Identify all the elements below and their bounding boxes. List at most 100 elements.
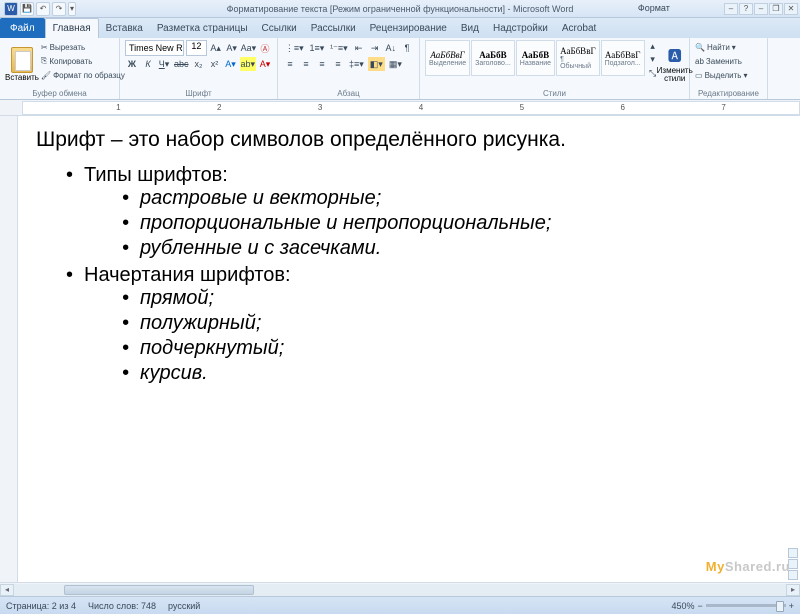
superscript-button[interactable]: x²: [208, 57, 222, 71]
style-title[interactable]: АаБбВНазвание: [516, 40, 555, 76]
style-emphasis[interactable]: АаБбВвГВыделение: [425, 40, 470, 76]
document-page[interactable]: Шрифт – это набор символов определённого…: [18, 116, 800, 582]
align-left-button[interactable]: ≡: [283, 57, 297, 71]
change-styles-button[interactable]: 🅰 Изменить стили: [657, 40, 693, 88]
multilevel-button[interactable]: ¹⁻≡▾: [328, 41, 349, 55]
list-item: курсив.: [122, 362, 782, 385]
change-case-button[interactable]: Aa▾: [241, 41, 256, 55]
list-item: полужирный;: [122, 312, 782, 335]
brush-icon: 🖌: [41, 71, 51, 80]
tab-addins[interactable]: Надстройки: [486, 18, 555, 38]
find-button[interactable]: 🔍Найти▾: [695, 40, 762, 54]
group-paragraph-label: Абзац: [278, 89, 419, 98]
show-marks-button[interactable]: ¶: [400, 41, 414, 55]
paste-label: Вставить: [5, 73, 39, 82]
tab-page-layout[interactable]: Разметка страницы: [150, 18, 255, 38]
zoom-out-button[interactable]: −: [697, 601, 702, 611]
window-title: Форматирование текста [Режим ограниченно…: [227, 4, 574, 14]
doc-heading: Шрифт – это набор символов определённого…: [36, 128, 782, 152]
justify-button[interactable]: ≡: [331, 57, 345, 71]
font-color-button[interactable]: A▾: [258, 57, 272, 71]
tab-home[interactable]: Главная: [45, 18, 99, 38]
list-item: подчеркнутый;: [122, 337, 782, 360]
list-item: Типы шрифтов: растровые и векторные; про…: [66, 164, 782, 260]
group-styles: АаБбВвГВыделение АаБбВЗаголово... АаБбВН…: [420, 38, 690, 99]
scroll-thumb[interactable]: [64, 585, 254, 595]
view-print-layout[interactable]: [788, 548, 798, 558]
quick-access-toolbar: W 💾 ↶ ↷ ▾: [0, 2, 76, 16]
zoom-in-button[interactable]: +: [789, 601, 794, 611]
group-font: Times New Ro 12 A▴ A▾ Aa▾ Ⓐ Ж К Ч▾ abc x…: [120, 38, 278, 99]
paste-button[interactable]: Вставить: [5, 40, 39, 88]
line-spacing-button[interactable]: ‡≡▾: [347, 57, 366, 71]
font-name-combo[interactable]: Times New Ro: [125, 40, 184, 56]
group-clipboard-label: Буфер обмена: [0, 89, 119, 98]
list-item: прямой;: [122, 287, 782, 310]
tab-acrobat[interactable]: Acrobat: [555, 18, 603, 38]
find-icon: 🔍: [695, 43, 705, 52]
style-heading[interactable]: АаБбВЗаголово...: [471, 40, 515, 76]
copy-button[interactable]: ⎘Копировать: [41, 54, 125, 68]
undo-button[interactable]: ↶: [36, 2, 50, 16]
tab-mailings[interactable]: Рассылки: [304, 18, 363, 38]
strikethrough-button[interactable]: abc: [173, 57, 190, 71]
group-paragraph: ⋮≡▾ 1≡▾ ¹⁻≡▾ ⇤ ⇥ A↓ ¶ ≡ ≡ ≡ ≡ ‡≡▾ ◧▾ ▦▾ …: [278, 38, 420, 99]
grow-font-button[interactable]: A▴: [209, 41, 223, 55]
vertical-ruler[interactable]: [0, 116, 18, 582]
replace-button[interactable]: abЗаменить: [695, 54, 762, 68]
save-button[interactable]: 💾: [20, 2, 34, 16]
select-button[interactable]: ▭Выделить▾: [695, 68, 762, 82]
restore-button[interactable]: ❐: [769, 3, 783, 15]
sort-button[interactable]: A↓: [384, 41, 398, 55]
horizontal-scrollbar[interactable]: ◂ ▸: [0, 582, 800, 596]
style-subtitle[interactable]: АаБбВвГПодзагол...: [601, 40, 645, 76]
bullets-button[interactable]: ⋮≡▾: [283, 41, 306, 55]
minimize-button[interactable]: ‒: [754, 3, 768, 15]
word-icon: W: [4, 2, 18, 16]
close-button[interactable]: ✕: [784, 3, 798, 15]
document-area: Шрифт – это набор символов определённого…: [0, 116, 800, 582]
borders-button[interactable]: ▦▾: [387, 57, 404, 71]
tab-view[interactable]: Вид: [454, 18, 486, 38]
redo-button[interactable]: ↷: [52, 2, 66, 16]
cut-button[interactable]: ✂Вырезать: [41, 40, 125, 54]
numbering-button[interactable]: 1≡▾: [308, 41, 327, 55]
text-effects-button[interactable]: A▾: [224, 57, 238, 71]
list-item: Начертания шрифтов: прямой; полужирный; …: [66, 264, 782, 385]
align-right-button[interactable]: ≡: [315, 57, 329, 71]
tab-format-context[interactable]: Формат: [628, 0, 680, 18]
scroll-track[interactable]: [14, 584, 786, 596]
tab-insert[interactable]: Вставка: [99, 18, 150, 38]
underline-button[interactable]: Ч▾: [157, 57, 171, 71]
font-size-combo[interactable]: 12: [186, 40, 207, 56]
zoom-slider[interactable]: [706, 604, 786, 607]
qat-more-button[interactable]: ▾: [68, 2, 76, 16]
zoom-level[interactable]: 450%: [671, 601, 694, 611]
align-center-button[interactable]: ≡: [299, 57, 313, 71]
clear-formatting-button[interactable]: Ⓐ: [258, 41, 272, 55]
italic-button[interactable]: К: [141, 57, 155, 71]
decrease-indent-button[interactable]: ⇤: [352, 41, 366, 55]
help-button[interactable]: ?: [739, 3, 753, 15]
tab-file[interactable]: Файл: [0, 18, 45, 38]
tab-references[interactable]: Ссылки: [255, 18, 304, 38]
bold-button[interactable]: Ж: [125, 57, 139, 71]
shading-button[interactable]: ◧▾: [368, 57, 385, 71]
increase-indent-button[interactable]: ⇥: [368, 41, 382, 55]
highlight-button[interactable]: ab▾: [240, 57, 257, 71]
horizontal-ruler[interactable]: 1 2 3 4 5 6 7: [0, 100, 800, 116]
status-word-count[interactable]: Число слов: 748: [88, 601, 156, 611]
shrink-font-button[interactable]: A▾: [225, 41, 239, 55]
format-painter-button[interactable]: 🖌Формат по образцу: [41, 68, 125, 82]
minimize-ribbon-button[interactable]: ‒: [724, 3, 738, 15]
tab-review[interactable]: Рецензирование: [363, 18, 454, 38]
style-normal[interactable]: АаБбВвГ¶ Обычный: [556, 40, 600, 76]
group-editing: 🔍Найти▾ abЗаменить ▭Выделить▾ Редактиров…: [690, 38, 768, 99]
status-page[interactable]: Страница: 2 из 4: [6, 601, 76, 611]
scroll-left-button[interactable]: ◂: [0, 584, 14, 596]
scroll-right-button[interactable]: ▸: [786, 584, 800, 596]
subscript-button[interactable]: x₂: [192, 57, 206, 71]
status-language[interactable]: русский: [168, 601, 200, 611]
group-editing-label: Редактирование: [690, 89, 767, 98]
paste-icon: [11, 47, 33, 73]
